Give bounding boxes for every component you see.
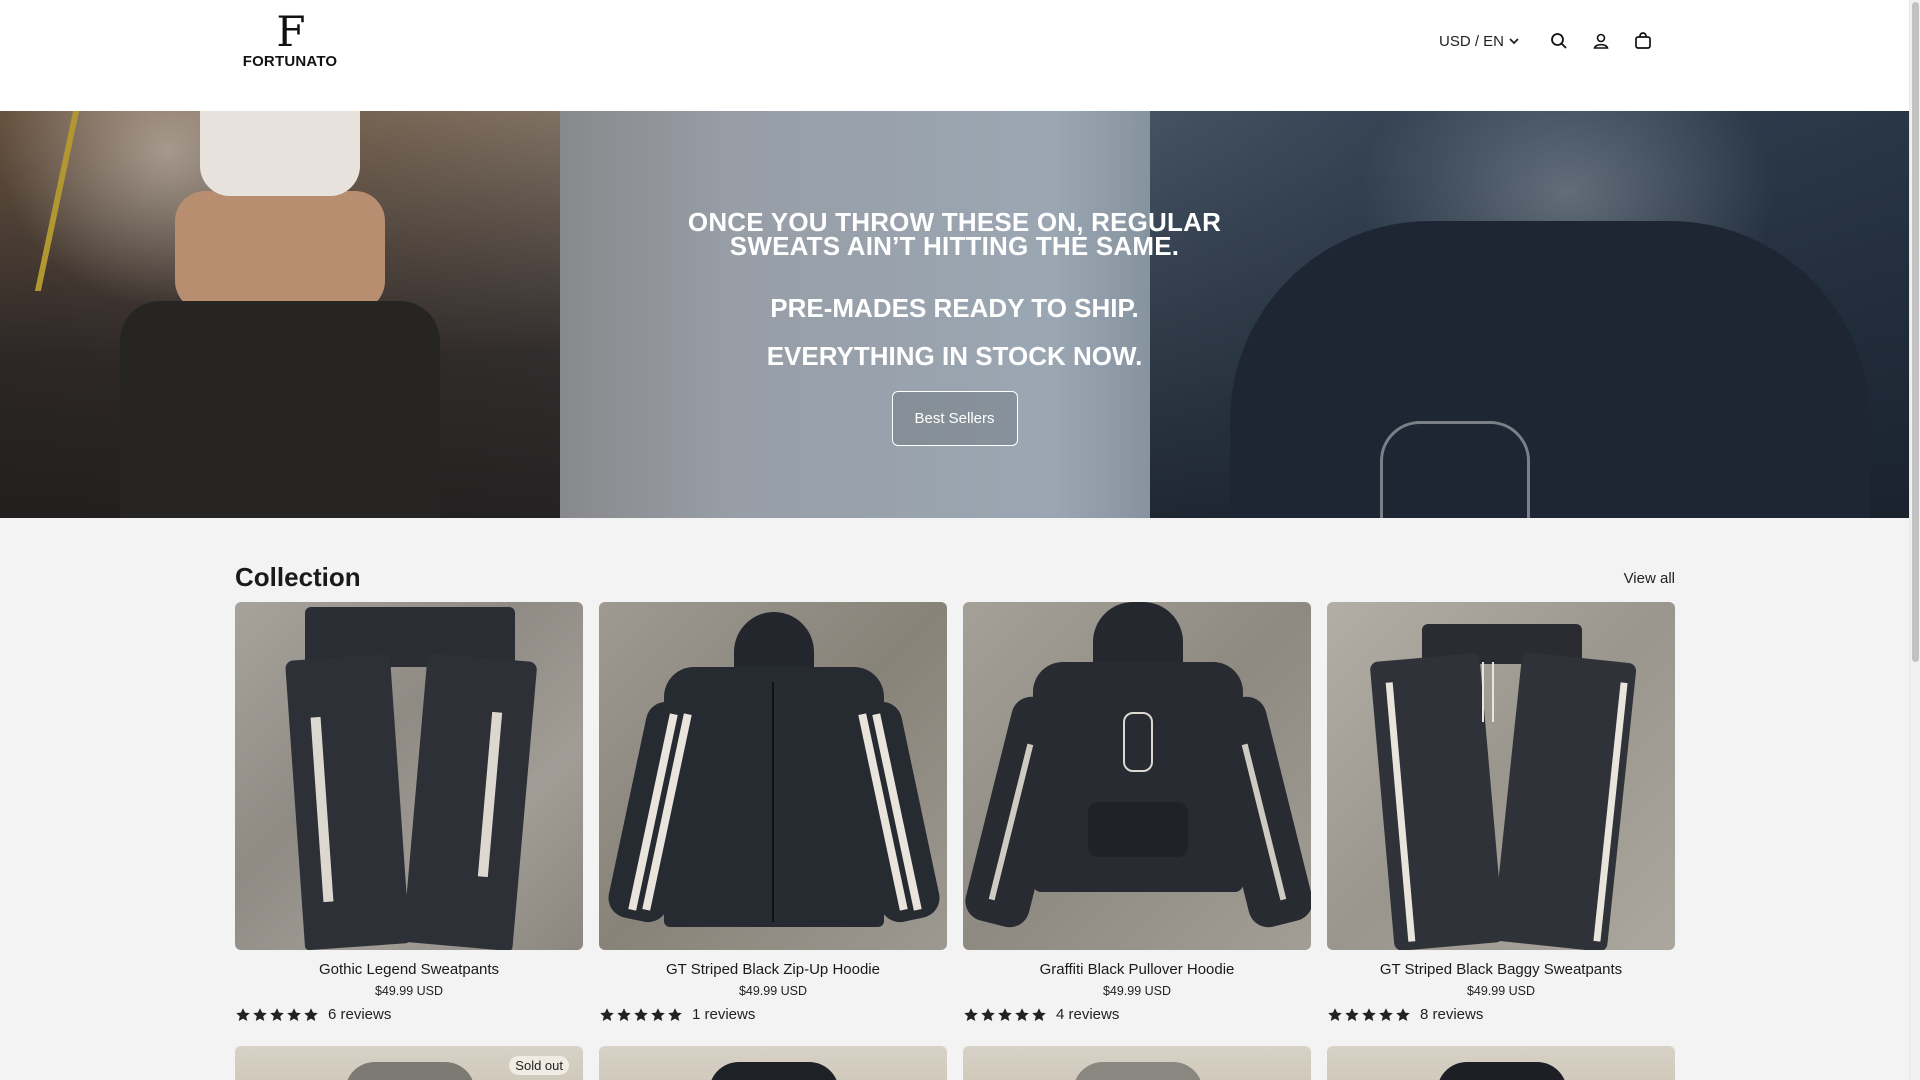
product-card[interactable]: GT Striped Black Baggy Sweatpants $49.99…: [1327, 602, 1675, 1023]
star-rating: [599, 1007, 683, 1023]
product-price: $49.99 USD: [738, 984, 808, 998]
star-icon: [1345, 1007, 1359, 1021]
account-icon: [1593, 33, 1609, 49]
cart-button[interactable]: [1622, 26, 1664, 56]
fortunato-logo[interactable]: F FORTUNATO: [238, 7, 342, 72]
locale-label: USD / EN: [1438, 32, 1504, 50]
collection-section: Collection View all Gothic Legend Sweatp…: [0, 518, 1909, 1080]
star-icon: [668, 1007, 682, 1021]
product-name[interactable]: GT Striped Black Zip-Up Hoodie: [599, 961, 947, 978]
sold-out-badge: Sold out: [509, 1056, 569, 1075]
best-sellers-button[interactable]: Best Sellers: [891, 391, 1018, 446]
review-count: 4 reviews: [1056, 1006, 1120, 1023]
product-name[interactable]: Gothic Legend Sweatpants: [235, 961, 583, 978]
star-icon: [270, 1007, 284, 1021]
search-button[interactable]: [1538, 26, 1580, 56]
product-rating: 1 reviews: [599, 1006, 947, 1023]
star-icon: [287, 1007, 301, 1021]
page-scrollbar[interactable]: [1909, 0, 1920, 1080]
product-price: $49.99 USD: [1466, 984, 1536, 998]
star-icon: [651, 1007, 665, 1021]
hero-subheadline: PRE-MADES READY TO SHIP.: [770, 293, 1139, 323]
logo-mark: F: [276, 7, 305, 56]
cart-icon: [1635, 32, 1651, 49]
product-image[interactable]: [235, 602, 583, 950]
product-card-row2[interactable]: [963, 1046, 1311, 1080]
star-rating: [235, 1007, 319, 1023]
star-icon: [304, 1007, 318, 1021]
product-image[interactable]: [1073, 1062, 1203, 1080]
product-image[interactable]: [1437, 1062, 1567, 1080]
product-card-row2[interactable]: [599, 1046, 947, 1080]
star-icon: [600, 1007, 614, 1021]
chevron-down-icon: [1509, 38, 1519, 45]
scrollbar-thumb[interactable]: [1912, 2, 1919, 662]
hero-headline: ONCE YOU THROW THESE ON, REGULAR SWEATS …: [687, 207, 1222, 261]
product-image[interactable]: [1327, 602, 1675, 950]
product-card-row2[interactable]: [1327, 1046, 1675, 1080]
search-icon: [1551, 33, 1567, 49]
star-icon: [1015, 1007, 1029, 1021]
star-rating: [1327, 1007, 1411, 1023]
logo-text: FORTUNATO: [242, 53, 338, 70]
product-image[interactable]: [599, 602, 947, 950]
product-name[interactable]: GT Striped Black Baggy Sweatpants: [1327, 961, 1675, 978]
product-rating: 6 reviews: [235, 1006, 583, 1023]
star-icon: [617, 1007, 631, 1021]
view-all-link[interactable]: View all: [1624, 570, 1675, 587]
header-actions: USD / EN: [1439, 26, 1664, 56]
hero-banner: ONCE YOU THROW THESE ON, REGULAR SWEATS …: [0, 111, 1909, 518]
product-name[interactable]: Graffiti Black Pullover Hoodie: [963, 961, 1311, 978]
product-card-row2[interactable]: Sold out: [235, 1046, 583, 1080]
star-icon: [964, 1007, 978, 1021]
star-icon: [1379, 1007, 1393, 1021]
star-icon: [253, 1007, 267, 1021]
locale-selector[interactable]: USD / EN: [1439, 33, 1520, 50]
star-icon: [998, 1007, 1012, 1021]
star-icon: [1396, 1007, 1410, 1021]
product-image[interactable]: [345, 1062, 475, 1080]
collection-title: Collection: [235, 562, 361, 592]
product-price: $49.99 USD: [1102, 984, 1172, 998]
star-icon: [1362, 1007, 1376, 1021]
account-button[interactable]: [1580, 26, 1622, 56]
site-header: F FORTUNATO USD / EN: [0, 0, 1909, 111]
product-card[interactable]: GT Striped Black Zip-Up Hoodie $49.99 US…: [599, 602, 947, 1023]
product-rating: 8 reviews: [1327, 1006, 1675, 1023]
star-icon: [981, 1007, 995, 1021]
review-count: 6 reviews: [328, 1006, 392, 1023]
review-count: 8 reviews: [1420, 1006, 1484, 1023]
product-card[interactable]: Gothic Legend Sweatpants $49.99 USD 6 re…: [235, 602, 583, 1023]
product-image[interactable]: [709, 1062, 839, 1080]
star-icon: [1032, 1007, 1046, 1021]
star-icon: [1328, 1007, 1342, 1021]
star-icon: [634, 1007, 648, 1021]
star-icon: [236, 1007, 250, 1021]
hero-content: ONCE YOU THROW THESE ON, REGULAR SWEATS …: [0, 111, 1909, 518]
product-image[interactable]: [963, 602, 1311, 950]
star-rating: [963, 1007, 1047, 1023]
product-rating: 4 reviews: [963, 1006, 1311, 1023]
product-price: $49.99 USD: [374, 984, 444, 998]
page: F FORTUNATO USD / EN ONCE YOU THROW THES…: [0, 0, 1920, 1080]
product-card[interactable]: Graffiti Black Pullover Hoodie $49.99 US…: [963, 602, 1311, 1023]
review-count: 1 reviews: [692, 1006, 756, 1023]
hero-subheadline-2: EVERYTHING IN STOCK NOW.: [766, 341, 1143, 371]
